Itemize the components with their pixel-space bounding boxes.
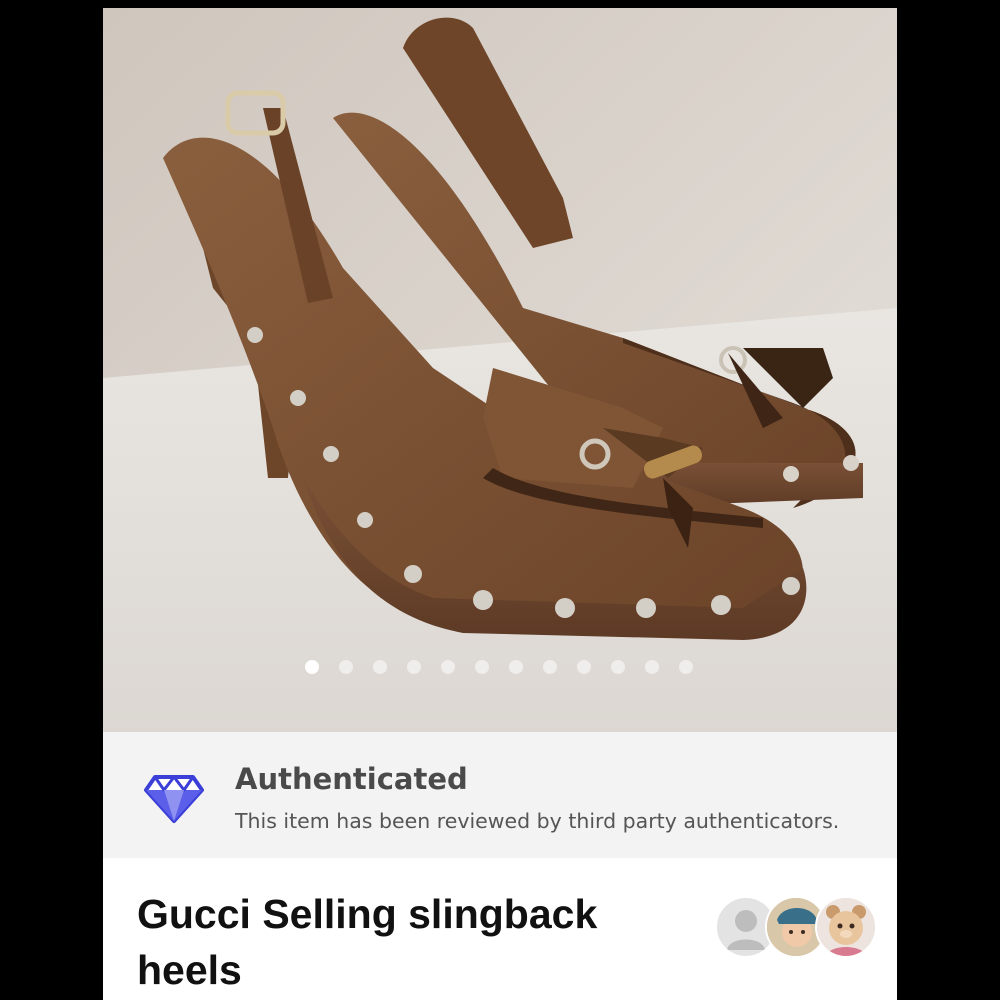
- carousel-dot[interactable]: [441, 660, 455, 674]
- diamond-icon: [144, 775, 204, 823]
- carousel-dot[interactable]: [339, 660, 353, 674]
- listing-screen: Authenticated This item has been reviewe…: [103, 8, 897, 1000]
- listing-title: Gucci Selling slingback heels: [137, 891, 598, 993]
- carousel-dot[interactable]: [679, 660, 693, 674]
- carousel-dot[interactable]: [543, 660, 557, 674]
- carousel-dot[interactable]: [577, 660, 591, 674]
- likers-avatar-stack[interactable]: [715, 896, 885, 960]
- carousel-dot[interactable]: [305, 660, 319, 674]
- product-photo: [103, 8, 897, 732]
- authenticated-banner[interactable]: Authenticated This item has been reviewe…: [103, 732, 897, 858]
- carousel-dot[interactable]: [509, 660, 523, 674]
- authenticated-description: This item has been reviewed by third par…: [235, 809, 840, 833]
- bear-photo: [817, 898, 875, 956]
- authenticated-title: Authenticated: [235, 762, 468, 796]
- carousel-dot[interactable]: [373, 660, 387, 674]
- listing-header: Gucci Selling slingback heels: [103, 858, 897, 1000]
- carousel-dot[interactable]: [645, 660, 659, 674]
- carousel-dot[interactable]: [475, 660, 489, 674]
- bear-photo-avatar[interactable]: [815, 896, 877, 958]
- product-image-carousel[interactable]: [103, 8, 897, 732]
- carousel-dot[interactable]: [407, 660, 421, 674]
- carousel-pagination: [305, 660, 693, 674]
- carousel-dot[interactable]: [611, 660, 625, 674]
